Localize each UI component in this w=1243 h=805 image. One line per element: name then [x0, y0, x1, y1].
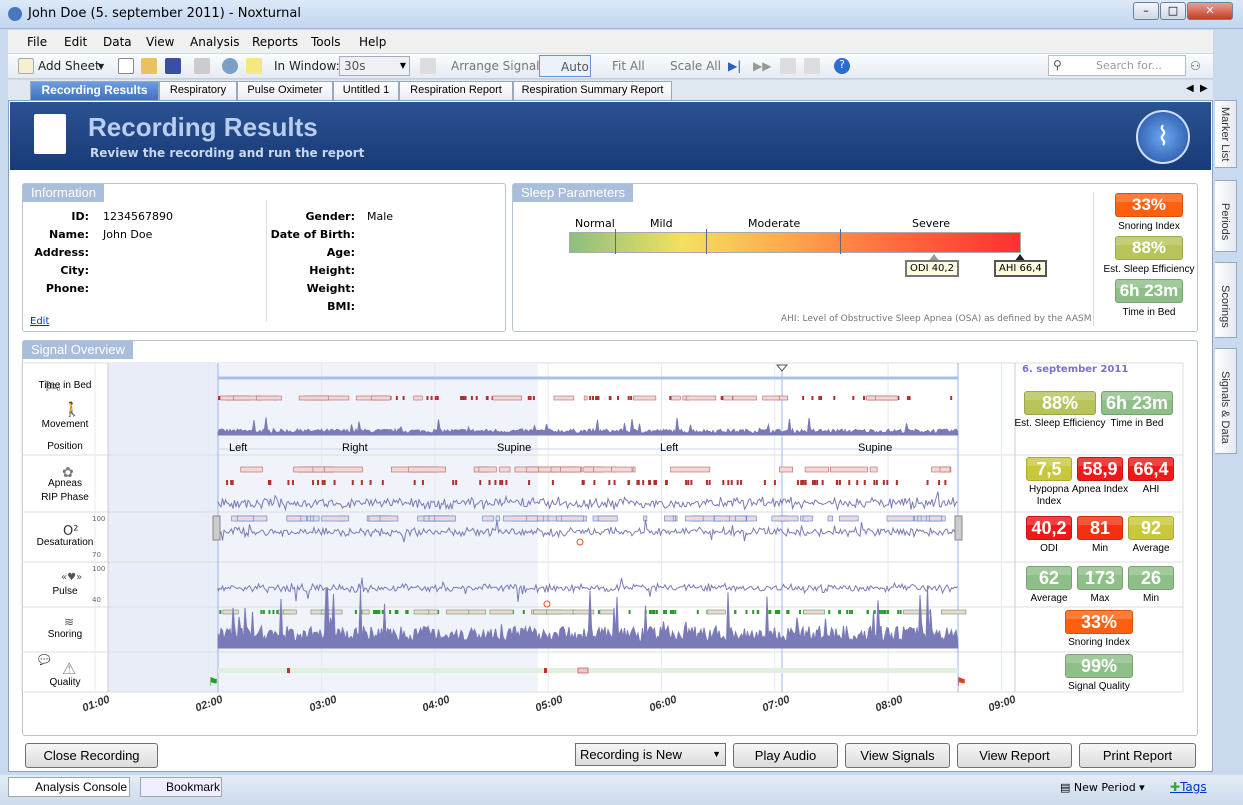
new-period-button[interactable]: ▤ New Period ▾ [1060, 781, 1145, 794]
view-signals-button[interactable]: View Signals [845, 743, 950, 768]
row-label: RIP Phase [41, 492, 89, 503]
stat-caption: AHI [1142, 484, 1160, 495]
tags-label: Tags [1180, 780, 1207, 794]
row-label: Position [47, 441, 83, 452]
stat-caption: Min [1142, 593, 1160, 604]
movement-icon: 🚶 [63, 401, 80, 418]
stat-badge: 66,4 [1128, 457, 1174, 481]
bookmark-tab[interactable]: Bookmark [140, 777, 222, 797]
stat-caption: Signal Quality [1068, 681, 1130, 692]
comment-icon: 💬 [38, 653, 51, 666]
tags-link[interactable]: ✚Tags [1170, 780, 1207, 794]
analysis-console-label: Analysis Console [35, 780, 128, 794]
warning-icon: ⚠ [62, 659, 76, 678]
stat-badge: 40,2 [1026, 516, 1072, 540]
stat-badge: 88% [1024, 391, 1096, 415]
position-label: Supine [858, 442, 892, 454]
recording-status-value: Recording is New [580, 747, 682, 762]
heart-icon: «♥» [61, 572, 82, 583]
stat-caption: Average [1132, 543, 1170, 554]
stat-badge: 81 [1077, 516, 1123, 540]
axis-label: 70 [92, 551, 101, 559]
position-label: Right [342, 442, 368, 454]
status-bar: Analysis Console Bookmark ▤ New Period ▾… [0, 775, 1243, 805]
row-label: Time in Bed [38, 380, 92, 391]
cursor-marker-icon [775, 364, 789, 372]
end-flag-icon: ⚑ [956, 675, 967, 689]
stat-badge: 62 [1026, 566, 1072, 590]
axis-label: 100 [92, 515, 106, 523]
position-label: Left [660, 442, 678, 454]
out-of-bed-shade [108, 363, 218, 692]
analysis-console-tab[interactable]: Analysis Console [8, 777, 130, 797]
print-report-button[interactable]: Print Report [1079, 743, 1196, 768]
start-flag-icon: ⚑ [208, 675, 219, 689]
recording-date: 6. september 2011 [1022, 364, 1129, 375]
close-recording-button[interactable]: Close Recording [25, 743, 158, 768]
axis-label: 100 [92, 565, 106, 573]
stat-badge: 92 [1128, 516, 1174, 540]
new-period-label: New Period [1073, 781, 1136, 794]
row-label: Quality [49, 677, 81, 688]
bookmark-label: Bookmark [166, 780, 221, 794]
stat-badge: 99% [1065, 654, 1133, 678]
chevron-down-icon: ▼ [712, 749, 721, 759]
stat-caption: Snoring Index [1068, 637, 1130, 648]
stat-badge: 7,5 [1026, 457, 1072, 481]
play-audio-button[interactable]: Play Audio [733, 743, 838, 768]
position-label: Supine [497, 442, 531, 454]
row-label: Movement [41, 419, 89, 430]
stat-badge: 173 [1077, 566, 1123, 590]
stat-caption: Time in Bed [1110, 418, 1164, 429]
view-report-button[interactable]: View Report [957, 743, 1072, 768]
axis-label: 40 [92, 596, 101, 604]
stat-badge: 58,9 [1077, 457, 1123, 481]
row-label: Apneas [48, 478, 82, 489]
position-label: Left [229, 442, 247, 454]
stat-badge: 33% [1065, 610, 1133, 634]
snoring-icon: ≋ [64, 615, 74, 629]
recording-status-select[interactable]: Recording is New ▼ [575, 743, 726, 766]
row-label: Desaturation [36, 537, 94, 548]
row-label: Snoring [47, 629, 83, 640]
stat-badge: 26 [1128, 566, 1174, 590]
stat-badge: 6h 23m [1101, 391, 1173, 415]
